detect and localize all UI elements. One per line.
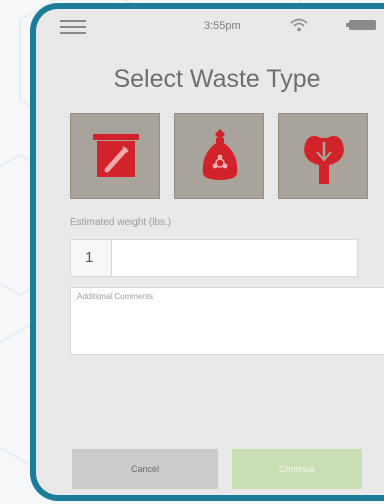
weight-input[interactable]: 1 (70, 239, 112, 277)
sharps-container-icon (93, 134, 139, 177)
weight-label: Estimated weight (lbs.) (70, 217, 172, 228)
status-time: 3:55pm (204, 20, 241, 32)
weight-input-row: 1 (70, 239, 358, 277)
waste-type-biohazard-bag[interactable] (174, 113, 264, 199)
weight-input-extension[interactable] (112, 239, 358, 277)
battery-icon (346, 20, 376, 30)
status-bar: 3:55pm (36, 9, 384, 39)
waste-type-anatomical[interactable] (278, 113, 368, 199)
page-title: Select Waste Type (113, 65, 321, 93)
biohazard-bag-icon (202, 129, 238, 180)
device-frame: 3:55pm Select Waste Type Estimated weigh… (30, 3, 384, 501)
comments-input[interactable] (70, 287, 384, 355)
wifi-icon (290, 18, 308, 32)
waste-type-grid (70, 113, 384, 201)
menu-icon[interactable] (60, 20, 86, 34)
continue-button[interactable]: Continue (232, 449, 362, 489)
waste-type-sharps[interactable] (70, 113, 160, 199)
cancel-button[interactable]: Cancel (72, 449, 218, 489)
anatomical-waste-icon (304, 136, 344, 184)
